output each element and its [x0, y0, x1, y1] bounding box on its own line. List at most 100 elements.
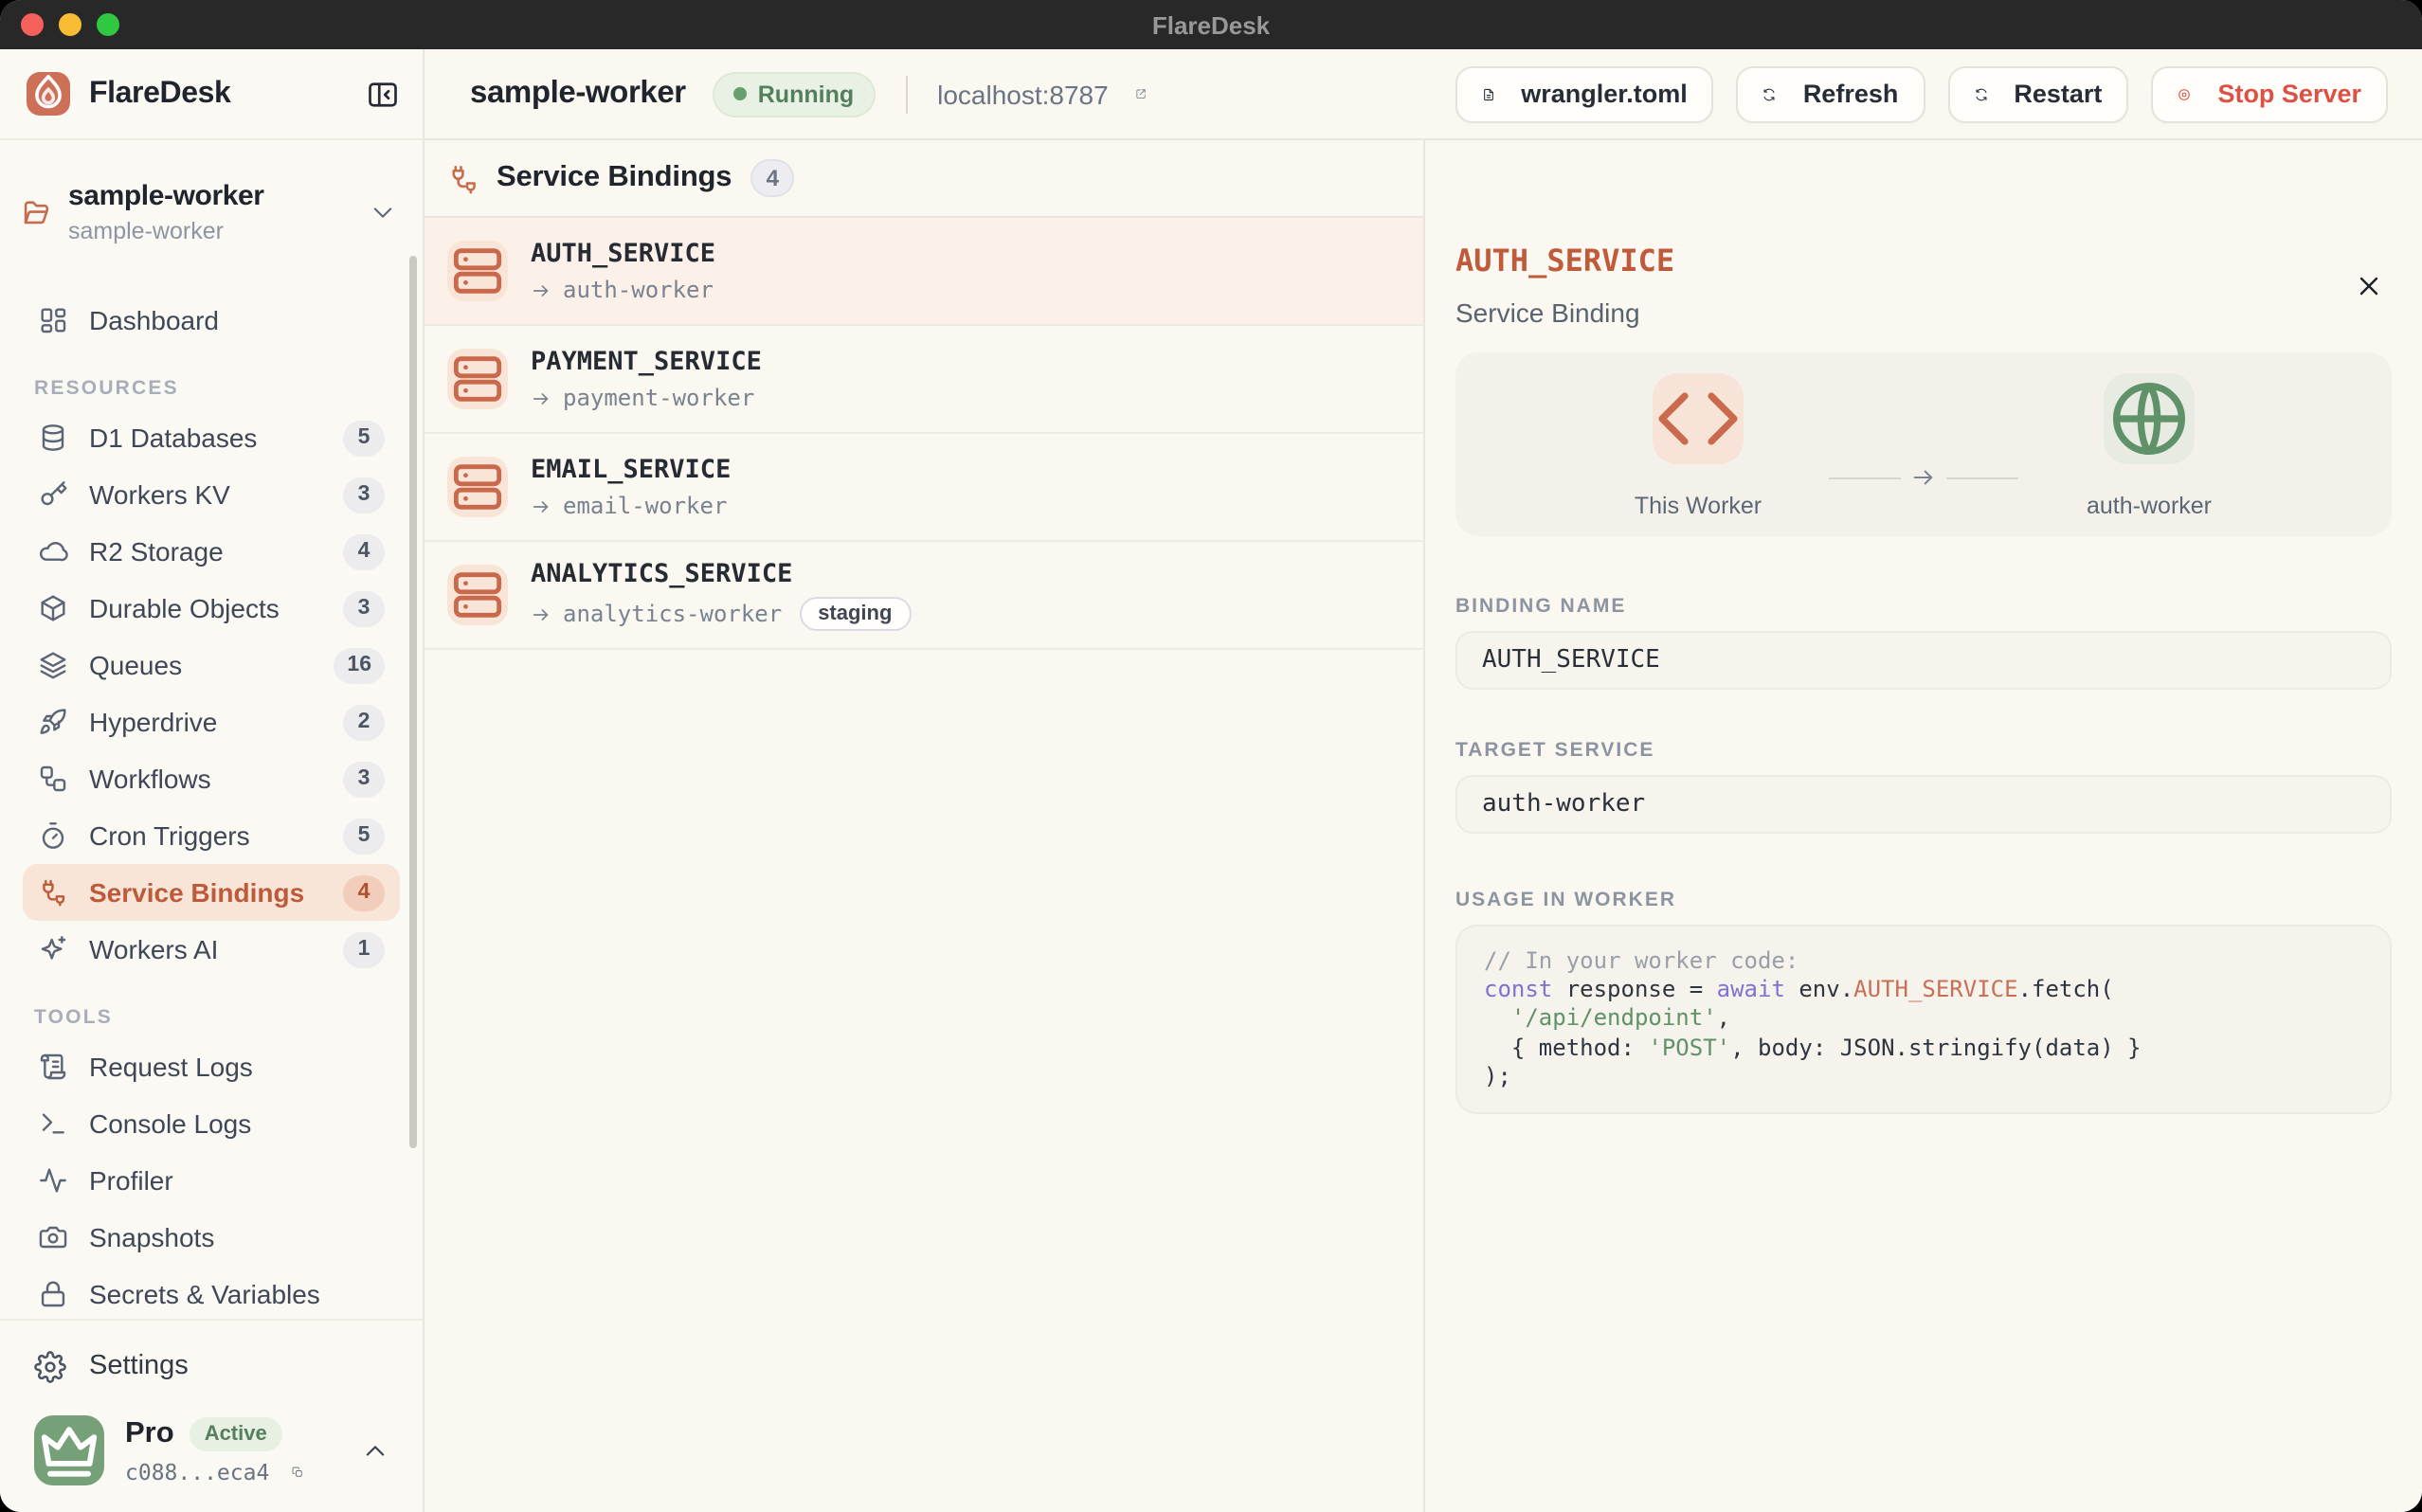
project-selector[interactable]: sample-worker sample-worker: [0, 140, 423, 284]
sidebar-item-durable-objects[interactable]: Durable Objects3: [23, 580, 400, 637]
rocket-icon: [38, 707, 68, 737]
sidebar-item-request-logs[interactable]: Request Logs: [23, 1038, 400, 1095]
target-node: auth-worker: [2035, 373, 2263, 536]
code-icon: [1653, 373, 1744, 464]
project-name: sample-worker: [68, 182, 264, 210]
chevron-down-icon[interactable]: [370, 199, 396, 225]
sidebar-scrollbar[interactable]: [409, 256, 417, 1148]
sidebar-item-d1-databases[interactable]: D1 Databases5: [23, 409, 400, 466]
sidebar-item-label: Workers KV: [89, 479, 230, 510]
field-value: AUTH_SERVICE: [1455, 631, 2392, 690]
button-label: Refresh: [1803, 80, 1899, 108]
count-badge: 3: [343, 590, 385, 626]
source-node: This Worker: [1584, 373, 1812, 536]
field-label: BINDING NAME: [1455, 595, 2392, 618]
sidebar-item-label: D1 Databases: [89, 423, 257, 453]
sidebar-nav: DashboardRESOURCESD1 Databases5Workers K…: [0, 284, 423, 1319]
sidebar-item-service-bindings[interactable]: Service Bindings4: [23, 864, 400, 921]
sidebar-item-workflows[interactable]: Workflows3: [23, 750, 400, 807]
section-label-resources: RESOURCES: [34, 377, 400, 400]
field-binding-name: BINDING NAME AUTH_SERVICE: [1455, 595, 2392, 690]
wrangler-toml-button[interactable]: wrangler.toml: [1455, 65, 1714, 122]
sidebar-item-snapshots[interactable]: Snapshots: [23, 1209, 400, 1266]
count-badge: 2: [343, 704, 385, 740]
sidebar-item-label: Service Bindings: [89, 877, 304, 908]
status-text: Running: [758, 81, 854, 107]
sidebar-item-profiler[interactable]: Profiler: [23, 1152, 400, 1209]
binding-connector: [1812, 419, 2035, 536]
usage-label: USAGE IN WORKER: [1455, 889, 2392, 911]
bindings-list-panel: Service Bindings 4 AUTH_SERVICEauth-work…: [425, 140, 1425, 1512]
sidebar-item-cron-triggers[interactable]: Cron Triggers5: [23, 807, 400, 864]
field-label: TARGET SERVICE: [1455, 739, 2392, 762]
sidebar-item-settings[interactable]: Settings: [27, 1334, 396, 1398]
globe-icon: [2104, 373, 2195, 464]
detail-fields: BINDING NAMEAUTH_SERVICETARGET SERVICEau…: [1455, 595, 2392, 834]
crown-icon: [34, 1415, 104, 1485]
sidebar-item-workers-kv[interactable]: Workers KV 3: [23, 466, 400, 523]
sidebar-item-console-logs[interactable]: Console Logs: [23, 1095, 400, 1152]
refresh-button[interactable]: Refresh: [1737, 65, 1925, 122]
count-badge: 3: [343, 477, 385, 513]
sidebar-item-label: Workflows: [89, 764, 211, 794]
sidebar-item-label: Dashboard: [89, 305, 219, 335]
binding-row-email_service[interactable]: EMAIL_SERVICEemail-worker: [425, 434, 1423, 542]
sidebar-item-secrets-variables[interactable]: Secrets & Variables: [23, 1266, 400, 1319]
binding-detail-panel: AUTH_SERVICE Service Binding This Worker: [1425, 140, 2422, 1512]
binding-diagram: This Worker auth-worker: [1455, 352, 2392, 536]
timer-icon: [38, 820, 68, 851]
collapse-sidebar-icon[interactable]: [366, 77, 400, 111]
stop-server-button[interactable]: Stop Server: [2151, 65, 2388, 122]
main-area: sample-worker Running localhost:8787 wra…: [425, 49, 2422, 1512]
binding-name: EMAIL_SERVICE: [531, 455, 731, 485]
sidebar-item-r2-storage[interactable]: R2 Storage4: [23, 523, 400, 580]
sidebar-item-queues[interactable]: Queues16: [23, 637, 400, 693]
header-buttons: wrangler.toml Refresh Restart Stop Server: [1455, 65, 2388, 122]
source-node-label: This Worker: [1635, 493, 1762, 519]
app-logo-icon: [27, 72, 70, 116]
target-node-label: auth-worker: [2087, 493, 2212, 519]
count-badge: 1: [343, 931, 385, 967]
copy-icon[interactable]: [280, 1460, 303, 1483]
bindings-list: AUTH_SERVICEauth-workerPAYMENT_SERVICEpa…: [425, 218, 1423, 650]
sidebar-item-label: Cron Triggers: [89, 820, 250, 851]
plan-status-badge: Active: [190, 1416, 282, 1450]
count-badge: 4: [343, 533, 385, 569]
binding-name: PAYMENT_SERVICE: [531, 347, 762, 377]
main-header: sample-worker Running localhost:8787 wra…: [425, 49, 2422, 140]
restart-button[interactable]: Restart: [1947, 65, 2128, 122]
box-icon: [38, 593, 68, 623]
section-label-tools: TOOLS: [34, 1006, 400, 1029]
scroll-icon: [38, 1052, 68, 1082]
plan-card[interactable]: Pro Active c088...eca4: [27, 1415, 396, 1485]
local-server-link[interactable]: localhost:8787: [937, 79, 1147, 109]
binding-row-analytics_service[interactable]: ANALYTICS_SERVICEanalytics-workerstaging: [425, 542, 1423, 650]
header-divider: [905, 75, 907, 113]
close-icon[interactable]: [2354, 271, 2384, 301]
binding-row-payment_service[interactable]: PAYMENT_SERVICEpayment-worker: [425, 326, 1423, 434]
plan-name: Pro: [125, 1416, 174, 1450]
code-content: // In your worker code:const response = …: [1484, 947, 2363, 1091]
arrow-right-icon: [531, 387, 551, 408]
bindings-list-header: Service Bindings 4: [425, 140, 1423, 218]
status-dot: [733, 87, 747, 100]
sidebar-item-label: Hyperdrive: [89, 707, 217, 737]
sidebar-item-hyperdrive[interactable]: Hyperdrive 2: [23, 693, 400, 750]
button-label: Restart: [2014, 80, 2102, 108]
refresh-icon: [1763, 81, 1790, 107]
sidebar-item-label: Profiler: [89, 1165, 173, 1196]
count-badge: 16: [334, 647, 385, 683]
status-badge: Running: [713, 71, 875, 117]
sidebar-item-label: Workers AI: [89, 934, 218, 964]
lock-icon: [38, 1279, 68, 1309]
camera-icon: [38, 1222, 68, 1252]
sidebar-item-dashboard[interactable]: Dashboard: [23, 292, 400, 349]
workflow-icon: [38, 764, 68, 794]
sidebar-item-label: Console Logs: [89, 1108, 251, 1139]
button-label: wrangler.toml: [1521, 80, 1688, 108]
worker-title: sample-worker: [470, 76, 686, 112]
arrow-right-icon: [531, 603, 551, 624]
chevron-up-icon[interactable]: [362, 1437, 389, 1464]
binding-row-auth_service[interactable]: AUTH_SERVICEauth-worker: [425, 218, 1423, 326]
sidebar-item-workers-ai[interactable]: Workers AI 1: [23, 921, 400, 978]
